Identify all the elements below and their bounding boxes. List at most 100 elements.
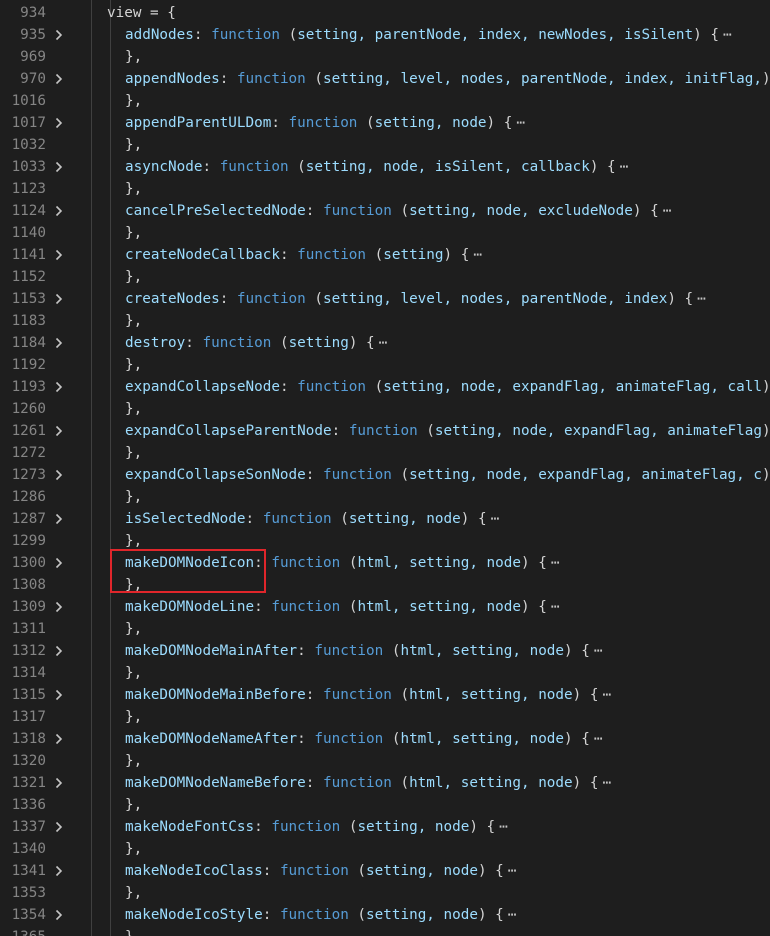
- chevron-right-icon[interactable]: [53, 205, 65, 217]
- punctuation: (: [271, 335, 289, 351]
- punctuation: (: [348, 907, 367, 923]
- punctuation: (: [305, 71, 323, 87]
- chevron-right-icon[interactable]: [53, 865, 65, 877]
- code-line[interactable]: 1184 destroy: function (setting) {⋯: [0, 332, 770, 354]
- code-line[interactable]: 1152},: [0, 266, 770, 288]
- chevron-right-icon[interactable]: [53, 161, 65, 173]
- code-line[interactable]: 1317},: [0, 706, 770, 728]
- code-line[interactable]: 1123},: [0, 178, 770, 200]
- code-line[interactable]: 1273 expandCollapseSonNode: function (set…: [0, 464, 770, 486]
- code-line[interactable]: 1033 asyncNode: function (setting, node, …: [0, 156, 770, 178]
- keyword: function: [314, 643, 384, 659]
- code-line[interactable]: 1309 makeDOMNodeLine: function (html, set…: [0, 596, 770, 618]
- params: html, setting, node: [357, 599, 521, 615]
- keyword: function: [219, 159, 289, 175]
- chevron-right-icon[interactable]: [53, 337, 65, 349]
- code-line[interactable]: 1140},: [0, 222, 770, 244]
- chevron-right-icon[interactable]: [53, 469, 65, 481]
- punctuation: :: [279, 247, 298, 263]
- line-number: 1193: [11, 379, 46, 395]
- code-line[interactable]: 1287 isSelectedNode: function (setting, n…: [0, 508, 770, 530]
- line-number: 1353: [11, 885, 46, 901]
- method-signature: makeNodeIcoClass: function (setting, nod…: [125, 860, 516, 882]
- chevron-right-icon[interactable]: [53, 117, 65, 129]
- code-editor[interactable]: 934 view = {935 addNodes: function (settin…: [0, 0, 770, 936]
- punctuation: ) {: [572, 687, 599, 703]
- method-name: appendNodes: [125, 71, 220, 87]
- method-name: makeDOMNodeNameAfter: [125, 731, 298, 747]
- code-line[interactable]: 1340},: [0, 838, 770, 860]
- chevron-right-icon[interactable]: [53, 513, 65, 525]
- punctuation: (: [417, 423, 435, 439]
- chevron-right-icon[interactable]: [53, 733, 65, 745]
- code-line[interactable]: 1141 createNodeCallback: function (settin…: [0, 244, 770, 266]
- code-line[interactable]: 1311},: [0, 618, 770, 640]
- code-line[interactable]: 970 appendNodes: function (setting, level…: [0, 68, 770, 90]
- code-line[interactable]: 1353},: [0, 882, 770, 904]
- method-name: isSelectedNode: [125, 511, 246, 527]
- code-line[interactable]: 935 addNodes: function (setting, parentNo…: [0, 24, 770, 46]
- code-line[interactable]: 1365},: [0, 926, 770, 936]
- code-line[interactable]: 1315 makeDOMNodeMainBefore: function (htm…: [0, 684, 770, 706]
- chevron-right-icon[interactable]: [53, 777, 65, 789]
- punctuation: (: [391, 467, 410, 483]
- punctuation: (: [279, 27, 298, 43]
- code-line[interactable]: 1192},: [0, 354, 770, 376]
- line-number: 1365: [0, 926, 46, 936]
- chevron-right-icon[interactable]: [53, 557, 65, 569]
- chevron-right-icon[interactable]: [53, 293, 65, 305]
- code-text: },: [125, 310, 142, 332]
- code-line[interactable]: 1124 cancelPreSelectedNode: function (set…: [0, 200, 770, 222]
- chevron-right-icon[interactable]: [53, 381, 65, 393]
- code-line[interactable]: 969},: [0, 46, 770, 68]
- chevron-right-icon[interactable]: [53, 29, 65, 41]
- code-line[interactable]: 1260},: [0, 398, 770, 420]
- method-name: asyncNode: [125, 159, 203, 175]
- chevron-right-icon[interactable]: [53, 645, 65, 657]
- code-line[interactable]: 1153 createNodes: function (setting, leve…: [0, 288, 770, 310]
- keyword: function: [211, 27, 280, 43]
- chevron-right-icon[interactable]: [53, 909, 65, 921]
- chevron-right-icon[interactable]: [53, 425, 65, 437]
- code-line[interactable]: 1321 makeDOMNodeNameBefore: function (htm…: [0, 772, 770, 794]
- chevron-right-icon[interactable]: [53, 821, 65, 833]
- chevron-right-icon[interactable]: [53, 601, 65, 613]
- code-line[interactable]: 1183},: [0, 310, 770, 332]
- code-line[interactable]: 1318 makeDOMNodeNameAfter: function (html…: [0, 728, 770, 750]
- code-line[interactable]: 1032},: [0, 134, 770, 156]
- chevron-right-icon[interactable]: [53, 689, 65, 701]
- code-line[interactable]: 1193 expandCollapseNode: function (settin…: [0, 376, 770, 398]
- code-line[interactable]: 1017 appendParentULDom: function (setting…: [0, 112, 770, 134]
- code-line[interactable]: 1336},: [0, 794, 770, 816]
- keyword: function: [262, 511, 332, 527]
- punctuation: (: [288, 159, 306, 175]
- line-number: 935: [20, 27, 46, 43]
- code-line[interactable]: 1286},: [0, 486, 770, 508]
- code-line[interactable]: 1272},: [0, 442, 770, 464]
- params: setting, node: [366, 863, 478, 879]
- code-line[interactable]: 1314},: [0, 662, 770, 684]
- line-number: 1340: [11, 841, 46, 857]
- params: setting: [383, 247, 444, 263]
- line-number: 1141: [11, 247, 46, 263]
- ellipsis-icon: ⋯: [697, 291, 706, 307]
- punctuation: :: [202, 159, 220, 175]
- chevron-right-icon[interactable]: [53, 249, 65, 261]
- code-text: },: [125, 662, 142, 684]
- chevron-right-icon[interactable]: [53, 73, 65, 85]
- code-line[interactable]: 1341 makeNodeIcoClass: function (setting,…: [0, 860, 770, 882]
- punctuation: :: [297, 643, 315, 659]
- code-line[interactable]: 1312 makeDOMNodeMainAfter: function (html…: [0, 640, 770, 662]
- code-text: },: [125, 621, 143, 637]
- punctuation: ) {: [564, 643, 590, 659]
- code-line[interactable]: 1261 expandCollapseParentNode: function (…: [0, 420, 770, 442]
- method-signature: makeNodeIcoStyle: function (setting, nod…: [125, 904, 516, 926]
- punctuation: (: [383, 643, 401, 659]
- code-line[interactable]: 1016},: [0, 90, 770, 112]
- code-line[interactable]: 1337 makeNodeFontCss: function (setting, …: [0, 816, 770, 838]
- punctuation: ) {: [486, 115, 513, 131]
- line-number: 1033: [11, 159, 46, 175]
- code-line[interactable]: 934 view = {: [0, 2, 770, 24]
- code-line[interactable]: 1354 makeNodeIcoStyle: function (setting,…: [0, 904, 770, 926]
- code-line[interactable]: 1320},: [0, 750, 770, 772]
